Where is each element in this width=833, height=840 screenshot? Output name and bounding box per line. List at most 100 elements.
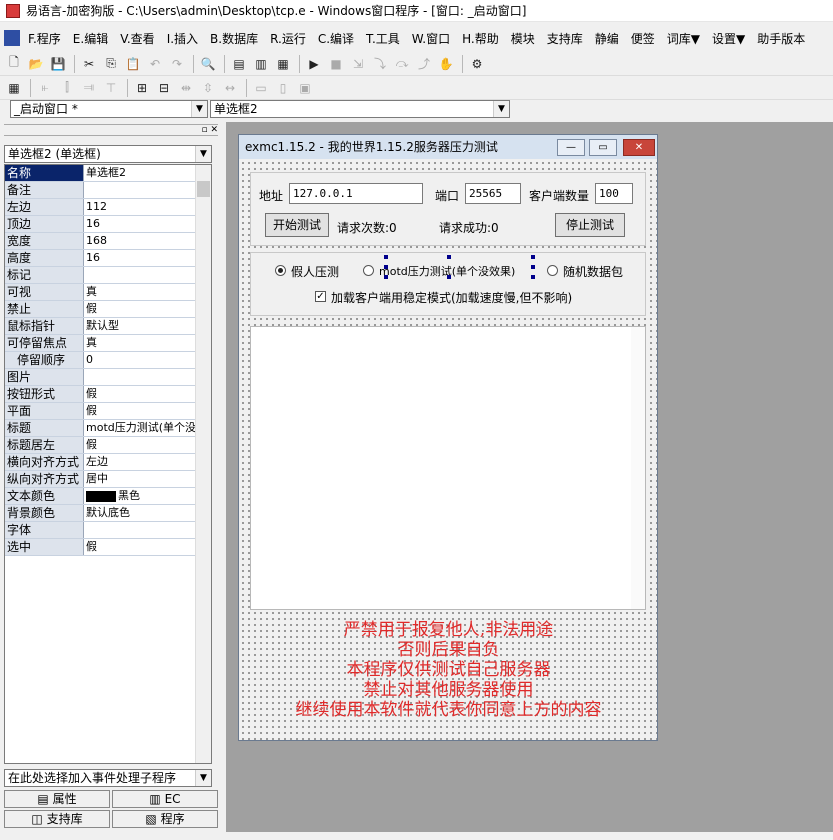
- menu-item[interactable]: F.程序: [22, 30, 67, 47]
- selection-handle[interactable]: [384, 275, 388, 279]
- property-value[interactable]: 假: [84, 403, 211, 419]
- property-row[interactable]: 可停留焦点真: [5, 335, 211, 352]
- property-value[interactable]: 0: [84, 352, 211, 368]
- menu-item[interactable]: 静编: [589, 30, 625, 47]
- selection-handle[interactable]: [531, 265, 535, 269]
- tab-properties[interactable]: ▤ 属性: [4, 790, 110, 808]
- save-icon[interactable]: 💾: [48, 54, 68, 74]
- menu-item[interactable]: E.编辑: [67, 30, 114, 47]
- property-value[interactable]: motd压力测试(单个没: [84, 420, 211, 436]
- stop-test-button[interactable]: 停止测试: [555, 213, 625, 237]
- property-row[interactable]: 顶边 16: [5, 216, 211, 233]
- align-left-icon[interactable]: ⫦: [35, 78, 55, 98]
- copy-icon[interactable]: ⎘: [101, 54, 121, 74]
- property-row[interactable]: 选中假: [5, 539, 211, 556]
- selection-handle[interactable]: [531, 255, 535, 259]
- layout2-icon[interactable]: ▥: [251, 54, 271, 74]
- align-right-icon[interactable]: ⫥: [79, 78, 99, 98]
- address-input[interactable]: 127.0.0.1: [289, 183, 423, 204]
- property-value[interactable]: 16: [84, 216, 211, 232]
- property-value[interactable]: 假: [84, 301, 211, 317]
- component-select[interactable]: 单选框2 ▼: [210, 100, 510, 118]
- radio-motd[interactable]: [363, 265, 374, 276]
- property-value[interactable]: 单选框2···: [84, 165, 211, 181]
- property-row[interactable]: 标记: [5, 267, 211, 284]
- property-object-select[interactable]: 单选框2 (单选框) ▼: [4, 145, 212, 163]
- menu-item[interactable]: 设置▼: [706, 30, 751, 47]
- chevron-down-icon[interactable]: ▼: [493, 101, 509, 117]
- property-row[interactable]: 平面假: [5, 403, 211, 420]
- radio-random-packet[interactable]: [547, 265, 558, 276]
- find-icon[interactable]: 🔍: [198, 54, 218, 74]
- property-value[interactable]: [84, 522, 211, 538]
- center-horizontal-icon[interactable]: ⊞: [132, 78, 152, 98]
- layout1-icon[interactable]: ▤: [229, 54, 249, 74]
- property-value[interactable]: 168: [84, 233, 211, 249]
- property-value[interactable]: 真: [84, 284, 211, 300]
- step-over-icon[interactable]: ⤼: [392, 54, 412, 74]
- property-row[interactable]: 鼠标指针 默认型: [5, 318, 211, 335]
- property-row[interactable]: 停留顺序 0: [5, 352, 211, 369]
- property-value[interactable]: [84, 369, 211, 385]
- property-row[interactable]: 左边 112: [5, 199, 211, 216]
- property-value[interactable]: [84, 182, 211, 198]
- tab-support-library[interactable]: ◫ 支持库: [4, 810, 110, 828]
- cut-icon[interactable]: ✂: [79, 54, 99, 74]
- property-row[interactable]: 图片: [5, 369, 211, 386]
- menu-item[interactable]: 助手版本: [751, 30, 811, 47]
- restore-icon[interactable]: ▫: [201, 125, 207, 135]
- stop-icon[interactable]: ■: [326, 54, 346, 74]
- step-out-icon[interactable]: ⤴: [414, 54, 434, 74]
- property-value[interactable]: 假: [84, 539, 211, 555]
- open-folder-icon[interactable]: 📂: [26, 54, 46, 74]
- tab-program[interactable]: ▧ 程序: [112, 810, 218, 828]
- minimize-button[interactable]: —: [557, 139, 585, 156]
- event-select[interactable]: 在此处选择加入事件处理子程序 ▼: [4, 769, 212, 787]
- property-row[interactable]: 按钮形式假: [5, 386, 211, 403]
- grid-icon[interactable]: ▦: [4, 78, 24, 98]
- menu-item[interactable]: R.运行: [264, 30, 312, 47]
- property-row[interactable]: 备注: [5, 182, 211, 199]
- property-value[interactable]: 112: [84, 199, 211, 215]
- chevron-down-icon[interactable]: ▼: [195, 770, 211, 786]
- property-row[interactable]: 名称单选框2···: [5, 165, 211, 182]
- selection-handle[interactable]: [384, 255, 388, 259]
- chevron-down-icon[interactable]: ▼: [191, 101, 207, 117]
- selection-handle[interactable]: [447, 255, 451, 259]
- space-v-icon[interactable]: ⇳: [198, 78, 218, 98]
- menu-item[interactable]: W.窗口: [406, 30, 456, 47]
- menu-item[interactable]: C.编译: [312, 30, 360, 47]
- menu-logo-icon[interactable]: [4, 30, 20, 46]
- tab-ec[interactable]: ▥ EC: [112, 790, 218, 808]
- property-value[interactable]: 默认底色: [84, 505, 211, 521]
- scroll-thumb[interactable]: [197, 181, 210, 197]
- property-scrollbar[interactable]: [195, 165, 211, 763]
- property-value[interactable]: 居中: [84, 471, 211, 487]
- property-row[interactable]: 标题 motd压力测试(单个没: [5, 420, 211, 437]
- log-scrollbar[interactable]: [631, 327, 645, 609]
- menu-item[interactable]: 支持库: [541, 30, 589, 47]
- property-value[interactable]: [84, 267, 211, 283]
- menu-item[interactable]: V.查看: [114, 30, 160, 47]
- selection-handle[interactable]: [384, 265, 388, 269]
- equal-width-icon[interactable]: ↔: [220, 78, 240, 98]
- property-value[interactable]: 假: [84, 437, 211, 453]
- space-h-icon[interactable]: ⇹: [176, 78, 196, 98]
- selection-handle[interactable]: [531, 275, 535, 279]
- property-row[interactable]: 背景颜色 默认底色: [5, 505, 211, 522]
- align-center-icon[interactable]: ⫿: [57, 78, 77, 98]
- start-test-button[interactable]: 开始测试: [265, 213, 329, 237]
- property-row[interactable]: 高度 16: [5, 250, 211, 267]
- close-button[interactable]: ✕: [623, 139, 655, 156]
- center-vertical-icon[interactable]: ⊟: [154, 78, 174, 98]
- stable-mode-checkbox[interactable]: ✓: [315, 291, 326, 302]
- property-row[interactable]: 宽度 168: [5, 233, 211, 250]
- clients-input[interactable]: 100: [595, 183, 633, 204]
- menu-item[interactable]: T.工具: [360, 30, 406, 47]
- redo-icon[interactable]: ↷: [167, 54, 187, 74]
- run-icon[interactable]: ▶: [304, 54, 324, 74]
- undo-icon[interactable]: ↶: [145, 54, 165, 74]
- property-row[interactable]: 字体: [5, 522, 211, 539]
- maximize-button[interactable]: ▭: [589, 139, 617, 156]
- layout3-icon[interactable]: ▦: [273, 54, 293, 74]
